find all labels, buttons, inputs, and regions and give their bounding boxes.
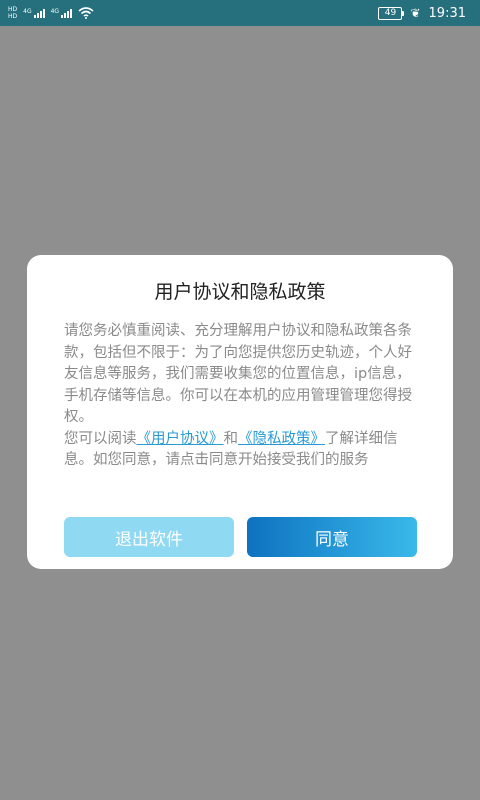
dialog-paragraph-2: 您可以阅读《用户协议》和《隐私政策》了解详细信息。如您同意，请点击同意开始接受我… bbox=[64, 429, 420, 472]
dialog-title: 用户协议和隐私政策 bbox=[154, 281, 326, 303]
paragraph-2-and: 和 bbox=[223, 430, 239, 447]
dialog-paragraph-1: 请您务必慎重阅读、充分理解用户协议和隐私政策各条款，包括但不限于：为了向您提供您… bbox=[64, 323, 412, 425]
signal-bar bbox=[36, 12, 39, 18]
signal-bar bbox=[70, 8, 73, 18]
battery-icon: 49 bbox=[378, 6, 405, 20]
battery-level: 49 bbox=[384, 7, 397, 18]
hd-indicator: HD HD bbox=[8, 6, 17, 20]
agree-button[interactable]: 同意 bbox=[247, 517, 417, 557]
network-type-2: 4G bbox=[50, 7, 60, 15]
cellular-signal-2: 4G bbox=[50, 7, 73, 18]
privacy-dialog: 用户协议和隐私政策 请您务必慎重阅读、充分理解用户协议和隐私政策各条款，包括但不… bbox=[27, 255, 453, 569]
user-agreement-link[interactable]: 《用户协议》 bbox=[137, 431, 224, 447]
signal-bar bbox=[67, 10, 70, 18]
clock: 19:31 bbox=[428, 5, 466, 21]
wifi-icon bbox=[78, 7, 94, 19]
signal-bar bbox=[42, 8, 45, 18]
signal-bar bbox=[64, 12, 67, 18]
hd-label-2: HD bbox=[8, 13, 18, 20]
network-type-1: 4G bbox=[23, 7, 32, 15]
status-bar-right: 49 ❦ 19:31 bbox=[378, 6, 466, 21]
signal-bar bbox=[33, 14, 36, 18]
cellular-signal-1: 4G bbox=[23, 7, 45, 18]
privacy-policy-link[interactable]: 《隐私政策》 bbox=[238, 431, 325, 447]
status-bar-left: HD HD 4G 4G bbox=[8, 6, 94, 20]
signal-bar bbox=[39, 10, 42, 18]
paragraph-2-prefix: 您可以阅读 bbox=[64, 430, 137, 447]
leaf-icon: ❦ bbox=[410, 6, 421, 20]
hd-label-1: HD bbox=[8, 6, 18, 13]
signal-bar bbox=[61, 14, 64, 18]
dialog-body: 请您务必慎重阅读、充分理解用户协议和隐私政策各条款，包括但不限于：为了向您提供您… bbox=[64, 321, 420, 472]
exit-app-button[interactable]: 退出软件 bbox=[64, 517, 234, 557]
status-bar: HD HD 4G 4G 49 ❦ 19:31 bbox=[0, 0, 480, 26]
